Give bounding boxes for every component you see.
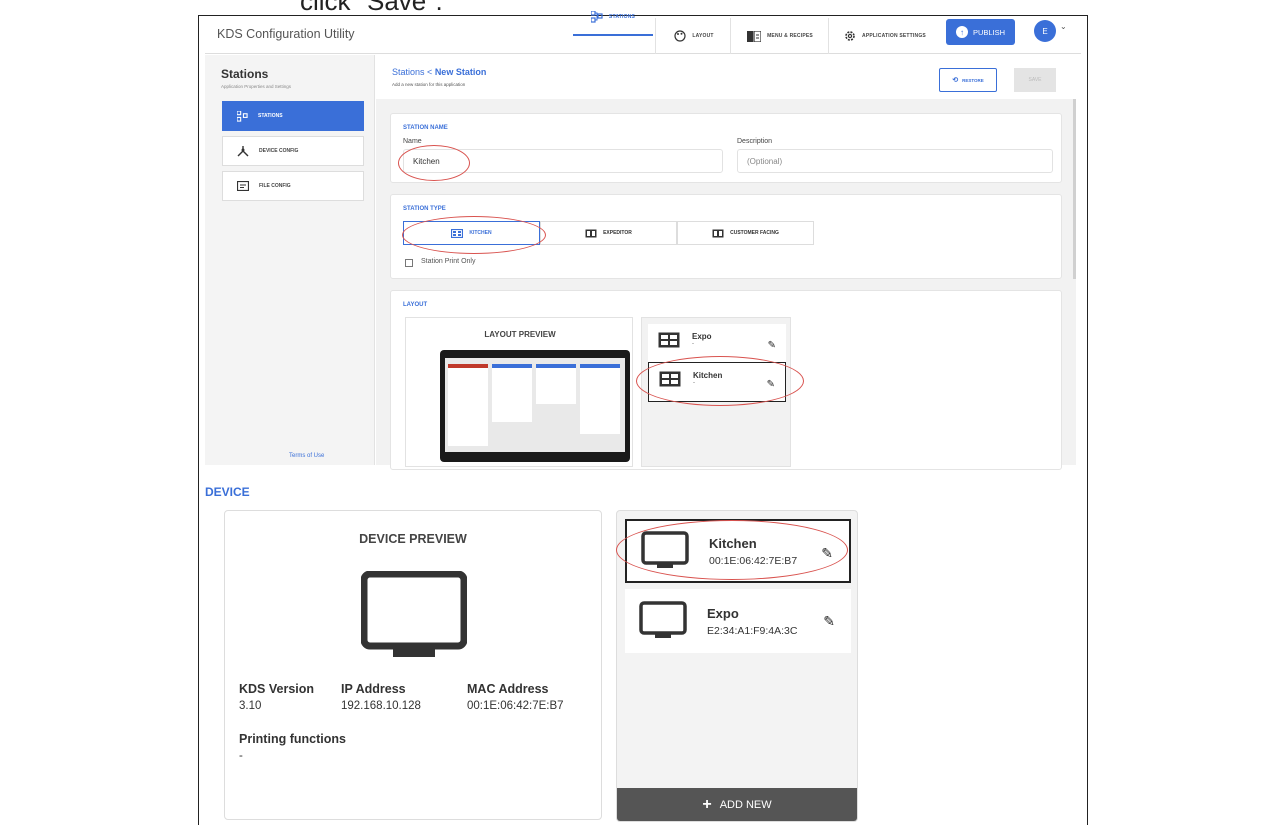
station-type-expeditor[interactable]: EXPEDITOR <box>540 221 677 245</box>
monitor-icon <box>639 601 687 638</box>
breadcrumb-current: New Station <box>434 67 487 77</box>
palette-icon <box>674 30 686 42</box>
page-subtitle: Add a new station for this application <box>392 82 466 87</box>
nav-layout-label: LAYOUT <box>692 33 714 39</box>
upload-icon: ↑ <box>955 26 968 38</box>
sidebar-item-stations[interactable]: STATIONS <box>222 101 364 131</box>
annotation-highlight <box>636 356 804 406</box>
section-label: STATION TYPE <box>403 206 446 212</box>
monitor-icon <box>361 571 467 657</box>
chevron-left-icon: < <box>427 67 435 77</box>
name-label: Name <box>403 138 422 145</box>
nav-divider <box>828 18 829 54</box>
book-icon <box>747 30 762 42</box>
tablet-preview-image <box>440 350 630 462</box>
annotation-highlight <box>398 145 470 181</box>
restore-button[interactable]: ⟲ RESTORE <box>939 68 997 92</box>
ip-address-label: IP Address <box>341 682 406 696</box>
kds-version-value: 3.10 <box>239 700 262 712</box>
station-name-card: STATION NAME Name Kitchen Description (O… <box>390 113 1062 183</box>
stations-icon <box>237 110 248 122</box>
device-item-mac: E2:34:A1:F9:4A:3C <box>707 624 798 637</box>
station-type-customer-facing[interactable]: CUSTOMER FACING <box>677 221 814 245</box>
sidebar-item-file-config[interactable]: FILE CONFIG <box>222 171 364 201</box>
gear-icon <box>845 31 855 41</box>
nav-menu-recipes-label: MENU & RECIPES <box>767 33 813 39</box>
edit-icon[interactable]: ✎ <box>823 613 835 630</box>
device-preview-title: DEVICE PREVIEW <box>359 532 467 546</box>
device-preview-card: DEVICE PREVIEW KDS Version 3.10 IP Addre… <box>224 510 602 820</box>
restore-label: RESTORE <box>962 77 984 83</box>
order-ticket <box>448 364 488 446</box>
annotation-highlight <box>616 520 848 580</box>
station-type-label: CUSTOMER FACING <box>730 230 779 236</box>
order-ticket <box>492 364 532 422</box>
device-item-expo[interactable]: Expo E2:34:A1:F9:4A:3C ✎ <box>625 589 851 653</box>
nav-divider <box>730 18 731 54</box>
order-ticket <box>580 364 620 434</box>
add-new-button[interactable]: + ADD NEW <box>617 788 857 821</box>
chevron-down-icon[interactable]: ⌄ <box>1060 22 1067 31</box>
publish-label: PUBLISH <box>972 27 1006 37</box>
nav-menu-recipes[interactable]: MENU & RECIPES <box>735 18 825 54</box>
app-title: KDS Configuration Utility <box>217 27 355 41</box>
printing-functions-value: - <box>239 750 243 762</box>
avatar[interactable]: E <box>1034 20 1056 42</box>
sidebar-item-label: DEVICE CONFIG <box>259 148 299 154</box>
sidebar-item-label: STATIONS <box>258 113 283 119</box>
publish-button[interactable]: ↑ PUBLISH <box>946 19 1015 45</box>
description-label: Description <box>737 138 773 145</box>
expeditor-display-icon <box>585 229 597 237</box>
device-hub-icon <box>237 145 249 156</box>
restore-icon: ⟲ <box>952 77 959 84</box>
layout-preview: LAYOUT PREVIEW <box>405 317 633 467</box>
layout-item-name: Expo <box>692 332 712 341</box>
ip-address-value: 192.168.10.128 <box>341 700 421 712</box>
add-new-label: ADD NEW <box>719 798 772 811</box>
nav-layout[interactable]: LAYOUT <box>660 18 728 54</box>
layout-item-sub: - <box>692 341 694 347</box>
nav-application-settings-label: APPLICATION SETTINGS <box>862 33 926 39</box>
mac-address-label: MAC Address <box>467 682 549 696</box>
station-type-label: EXPEDITOR <box>603 230 632 236</box>
kds-version-label: KDS Version <box>239 682 315 696</box>
tablet-screen <box>445 358 625 452</box>
nav-stations[interactable]: STATIONS <box>573 0 653 36</box>
sidebar-item-label: FILE CONFIG <box>259 183 291 189</box>
scrollbar[interactable] <box>1073 99 1076 279</box>
breadcrumb-parent[interactable]: Stations <box>392 67 425 77</box>
section-label: LAYOUT <box>403 302 428 308</box>
breadcrumb: Stations < New Station <box>392 67 486 77</box>
sidebar-title: Stations <box>221 67 269 81</box>
description-field[interactable]: (Optional) <box>737 149 1053 173</box>
mac-address-value: 00:1E:06:42:7E:B7 <box>467 700 564 712</box>
save-button[interactable]: SAVE <box>1014 68 1056 92</box>
station-print-only-checkbox[interactable] <box>405 259 413 267</box>
customer-display-icon <box>712 229 724 237</box>
layout-preview-title: LAYOUT PREVIEW <box>484 330 556 339</box>
nav-application-settings[interactable]: APPLICATION SETTINGS <box>835 18 935 54</box>
sidebar-item-device-config[interactable]: DEVICE CONFIG <box>222 136 364 166</box>
device-item-name: Expo <box>707 605 739 621</box>
plus-icon: + <box>702 795 712 813</box>
section-label: STATION NAME <box>403 125 448 131</box>
station-print-only-label: Station Print Only <box>421 258 476 265</box>
stations-icon <box>590 11 603 23</box>
annotation-highlight <box>402 216 546 254</box>
nav-stations-label: STATIONS <box>608 14 636 20</box>
file-icon <box>237 181 249 191</box>
sidebar: Stations Application Properties and Sett… <box>205 55 375 465</box>
order-ticket <box>536 364 576 404</box>
printing-functions-label: Printing functions <box>239 732 346 746</box>
terms-of-use-link[interactable]: Terms of Use <box>289 453 324 459</box>
main-header: Stations < New Station Add a new station… <box>376 55 1076 99</box>
sidebar-subtitle: Application Properties and Settings <box>221 84 292 89</box>
edit-icon[interactable]: ✎ <box>768 340 776 351</box>
device-section-label: DEVICE <box>205 485 250 499</box>
layout-grid-icon <box>658 332 680 348</box>
nav-divider <box>655 18 656 54</box>
